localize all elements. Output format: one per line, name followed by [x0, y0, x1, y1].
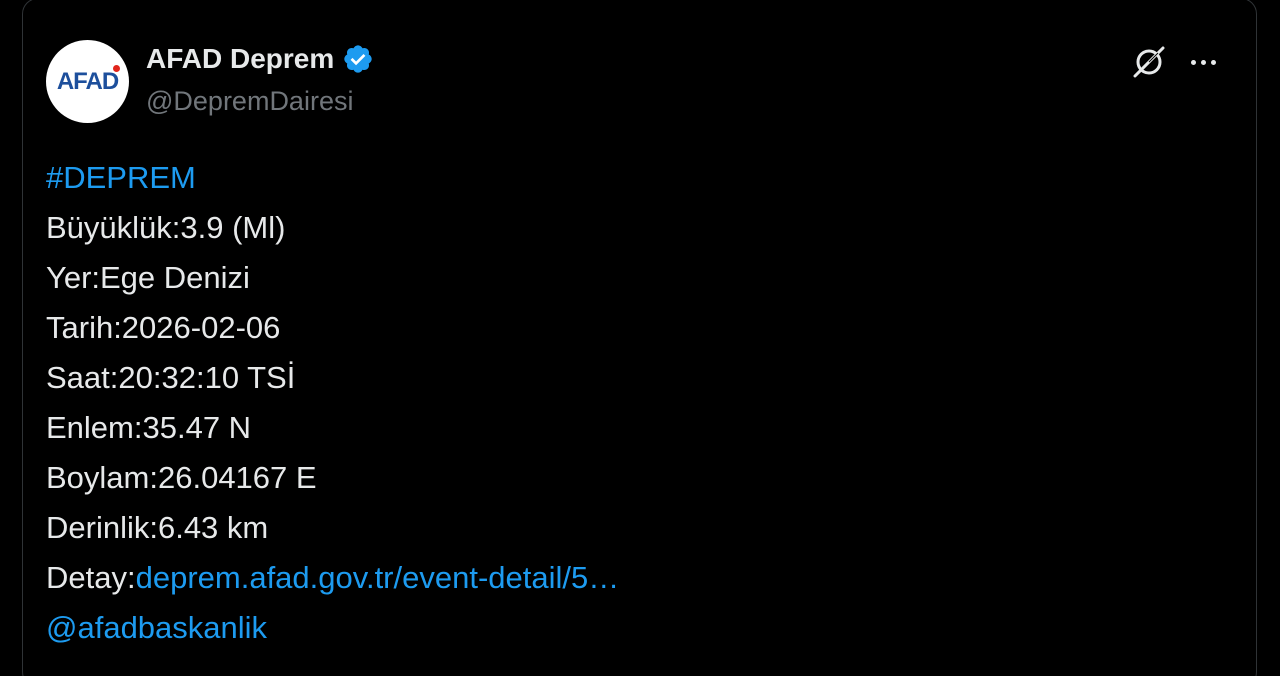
tweet-line-location: Yer:Ege Denizi: [46, 260, 250, 295]
tweet-line-date: Tarih:2026-02-06: [46, 310, 281, 345]
detail-url-link[interactable]: deprem.afad.gov.tr/event-detail/5…: [136, 560, 620, 595]
more-dot: [1200, 59, 1206, 65]
avatar-logo-dot: [113, 65, 120, 72]
author-display-name[interactable]: AFAD Deprem: [146, 43, 374, 75]
avatar[interactable]: AFAD: [46, 40, 129, 123]
detail-label: Detay:: [46, 560, 136, 595]
grok-icon[interactable]: [1130, 43, 1168, 81]
tweet-line-magnitude: Büyüklük:3.9 (Ml): [46, 210, 286, 245]
hashtag-link[interactable]: #DEPREM: [46, 160, 196, 195]
tweet-line-detail: Detay:deprem.afad.gov.tr/event-detail/5…: [46, 553, 619, 603]
verified-badge-icon: [344, 45, 372, 73]
author-handle[interactable]: @DepremDairesi: [146, 86, 353, 117]
more-dot: [1210, 59, 1216, 65]
tweet-line-depth: Derinlik:6.43 km: [46, 510, 269, 545]
tweet-line-mention: @afadbaskanlik: [46, 603, 619, 653]
tweet-line-hashtag: #DEPREM: [46, 153, 619, 203]
display-name-text: AFAD Deprem: [146, 43, 335, 74]
more-options-icon[interactable]: [1184, 45, 1222, 79]
avatar-logo-text: AFAD: [56, 67, 119, 95]
tweet-line-latitude: Enlem:35.47 N: [46, 410, 252, 445]
more-dot: [1190, 59, 1196, 65]
tweet-text: #DEPREM Büyüklük:3.9 (Ml) Yer:Ege Denizi…: [46, 153, 619, 653]
tweet-line-time: Saat:20:32:10 TSİ: [46, 360, 296, 395]
tweet-line-longitude: Boylam:26.04167 E: [46, 460, 317, 495]
mention-link[interactable]: @afadbaskanlik: [46, 610, 267, 645]
